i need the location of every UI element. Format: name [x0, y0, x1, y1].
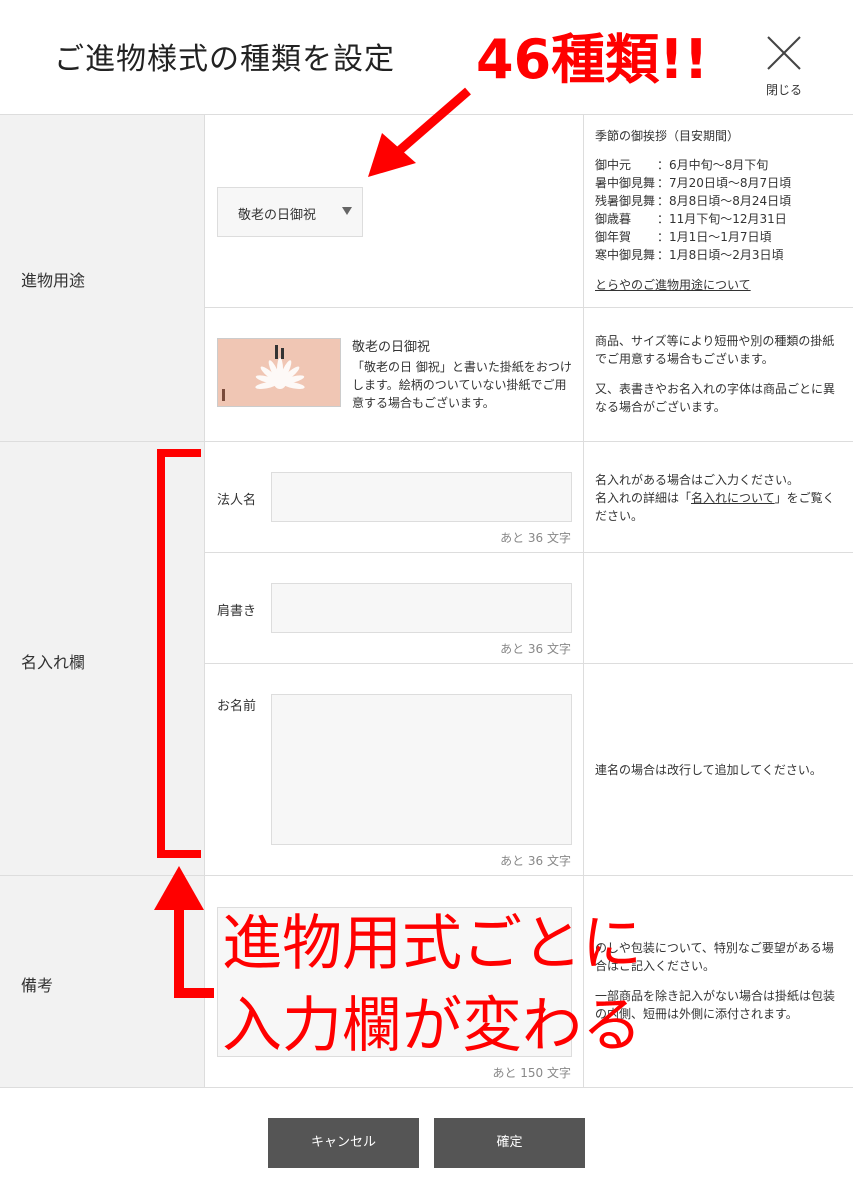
remarks-char-count: あと 150 文字: [492, 1066, 571, 1080]
close-button[interactable]: 閉じる: [758, 36, 810, 100]
purpose-info-link[interactable]: とらやのご進物用途について: [595, 276, 751, 294]
title-char-count: あと 36 文字: [500, 642, 571, 656]
season-row: 残暑御見舞 ：8月8日頃～8月24日頃: [595, 194, 792, 208]
annotation-count: 46種類!!: [476, 28, 709, 91]
company-char-count: あと 36 文字: [500, 531, 571, 545]
chevron-down-icon: [342, 207, 352, 215]
modal-title: ご進物様式の種類を設定: [54, 42, 395, 77]
title-field-label: 肩書き: [217, 604, 257, 619]
purpose-select-section: 敬老の日御祝 季節の御挨拶（目安期間） 御中元 ：6月中旬～8月下旬 暑中御見舞：…: [205, 115, 853, 308]
company-field-section: 法人名 あと 36 文字 名入れがある場合はご入力ください。 名入れの詳細は「名…: [205, 442, 853, 553]
purpose-label-cell: 進物用途: [0, 115, 205, 441]
season-row: 御歳暮 ：11月下旬～12月31日: [595, 212, 787, 226]
nameplate-row: 名入れ欄 法人名 あと 36 文字 名入れがある場合はご入力ください。 名入れの…: [0, 442, 853, 876]
purpose-select[interactable]: 敬老の日御祝: [217, 187, 363, 237]
confirm-button[interactable]: 確定: [434, 1118, 585, 1168]
company-field-label: 法人名: [217, 493, 257, 508]
season-row: 御年賀 ：1月1日～1月7日頃: [595, 230, 772, 244]
person-name-char-count: あと 36 文字: [500, 854, 571, 868]
close-icon: [767, 36, 801, 70]
annotation-line-2: 入力欄が変わる: [222, 991, 642, 1061]
annotation-bracket-spine: [157, 449, 165, 858]
season-row: 暑中御見舞 ：7月20日頃～8月7日頃: [595, 176, 792, 190]
purpose-select-value: 敬老の日御祝: [238, 208, 317, 223]
noshi-note-1: 商品、サイズ等により短冊や別の種類の掛紙でご用意する場合もございます。: [595, 334, 835, 366]
cancel-button[interactable]: キャンセル: [268, 1118, 419, 1168]
season-row: 御中元 ：6月中旬～8月下旬: [595, 158, 769, 172]
noshi-thumbnail: [217, 338, 341, 407]
season-info: 季節の御挨拶（目安期間） 御中元 ：6月中旬～8月下旬 暑中御見舞 ：7月20日頃～…: [595, 127, 843, 294]
close-label: 閉じる: [765, 83, 802, 97]
nameplate-note-2: 名入れの詳細は「名入れについて」をご覧ください。: [595, 491, 835, 523]
purpose-label: 進物用途: [21, 271, 86, 290]
noshi-title: 敬老の日御祝: [352, 340, 431, 355]
noshi-description: 「敬老の日 御祝」と書いた掛紙をおつけします。絵柄のついていない掛紙でご用意する…: [352, 360, 572, 410]
annotation-line-1: 進物用式ごとに: [222, 909, 642, 979]
noshi-note-2: 又、表書きやお名入れの字体は商品ごとに異なる場合がございます。: [595, 382, 836, 414]
person-name-field-section: お名前 あと 36 文字 連名の場合は改行して追加してください。: [205, 664, 853, 876]
company-name-input[interactable]: [271, 472, 572, 522]
person-name-field-label: お名前: [217, 699, 257, 714]
season-row: 寒中御見舞 ：1月8日頃～2月3日頃: [595, 248, 784, 262]
title-field-section: 肩書き あと 36 文字: [205, 553, 853, 664]
nameplate-label: 名入れ欄: [21, 653, 86, 672]
noshi-note: 商品、サイズ等により短冊や別の種類の掛紙でご用意する場合もございます。 又、表書…: [595, 332, 843, 416]
nameplate-note-1: 名入れがある場合はご入力ください。: [595, 473, 800, 487]
remarks-label: 備考: [21, 976, 54, 995]
noshi-preview-section: 敬老の日御祝 「敬老の日 御祝」と書いた掛紙をおつけします。絵柄のついていない掛…: [205, 308, 853, 442]
multi-name-note: 連名の場合は改行して追加してください。: [595, 763, 822, 777]
season-heading: 季節の御挨拶（目安期間）: [595, 129, 740, 143]
annotation-arrow-up: [154, 866, 214, 998]
annotation-bracket-bottom: [157, 850, 201, 858]
nameplate-note: 名入れがある場合はご入力ください。 名入れの詳細は「名入れについて」をご覧くださ…: [595, 471, 843, 525]
nameplate-label-cell: 名入れ欄: [0, 442, 205, 875]
nameplate-info-link[interactable]: 名入れについて: [691, 491, 775, 505]
person-name-input[interactable]: [271, 694, 572, 845]
annotation-arrow-down-left: [368, 87, 471, 177]
job-title-input[interactable]: [271, 583, 572, 633]
